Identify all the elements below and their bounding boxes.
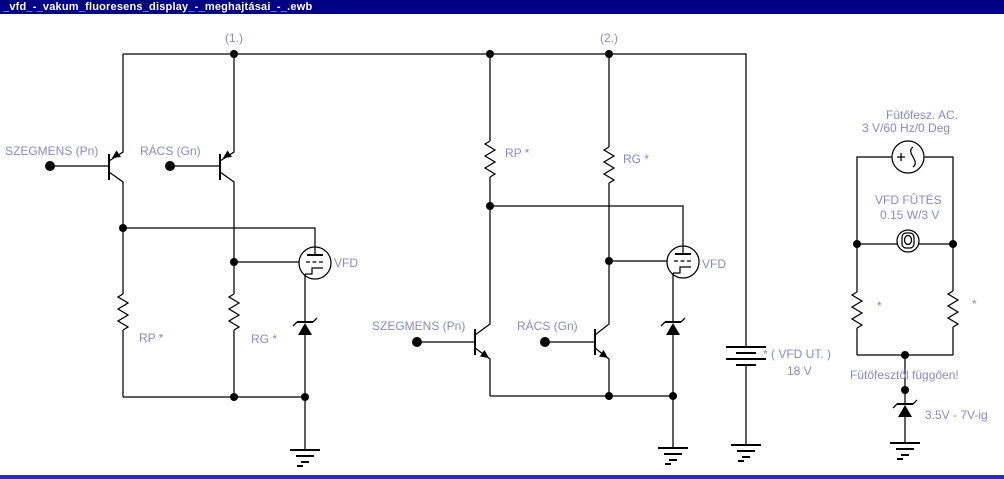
ground-symbol-1[interactable] xyxy=(290,397,320,467)
rg-label-2: RG * xyxy=(623,152,649,166)
heater-resistor-right[interactable] xyxy=(946,244,960,355)
power-rail-wire xyxy=(123,53,747,347)
resistor-rg-2[interactable] xyxy=(602,54,616,261)
input-terminal-grid-1[interactable] xyxy=(165,161,175,171)
junction-dot xyxy=(486,50,494,58)
anode-wire-1 xyxy=(123,227,316,247)
segment-input-label-2: SZEGMENS (Pn) xyxy=(372,319,465,333)
heater-resistor-left[interactable] xyxy=(850,244,864,355)
section-1: (1.) SZEGMENS (Pn) RÁCS (Gn) RP * RG * V… xyxy=(5,31,358,467)
heater-source-value-label: 3 V/60 Hz/0 Deg xyxy=(862,121,950,135)
supply-branch: * ( VFD UT. ) 18 V xyxy=(726,346,831,462)
section-1-tag: (1.) xyxy=(225,31,243,45)
junction-dot xyxy=(230,258,238,266)
supply-voltage-label: 18 V xyxy=(787,364,812,378)
heater-circuit: Fûtőfesz. AC. 3 V/60 Hz/0 Deg VFD FÛTÉS … xyxy=(850,108,988,460)
input-terminal-segment-1[interactable] xyxy=(45,161,55,171)
junction-dot xyxy=(949,240,957,248)
heater-resistor-left-label: * xyxy=(877,299,882,313)
vfd-tube-1[interactable] xyxy=(298,246,332,280)
junction-dot xyxy=(605,50,613,58)
zener-diode-heater[interactable] xyxy=(892,399,918,443)
input-terminal-segment-2[interactable] xyxy=(412,337,422,347)
vfd-tube-2[interactable] xyxy=(666,245,700,279)
ground-symbol-2[interactable] xyxy=(658,396,688,465)
junction-dot xyxy=(301,393,309,401)
junction-dot xyxy=(901,351,909,359)
anode-wire-2 xyxy=(490,205,684,246)
pnp-transistor-segment-1[interactable] xyxy=(54,54,124,228)
heater-note-label: Fûtőfesztől függően! xyxy=(850,368,959,382)
ac-source-symbol[interactable] xyxy=(891,140,925,174)
junction-dot xyxy=(119,224,127,232)
junction-dot xyxy=(605,257,613,265)
junction-dot xyxy=(853,240,861,248)
heater-resistor-right-label: * xyxy=(972,297,977,311)
titlebar[interactable]: _vfd_-_vakum_fluoresens_display_-_meghaj… xyxy=(0,0,1004,14)
resistor-rp-1[interactable] xyxy=(116,228,130,397)
rp-label-2: RP * xyxy=(505,146,530,160)
zener-diode-2[interactable] xyxy=(660,317,686,396)
pnp-transistor-grid-1[interactable] xyxy=(174,54,235,262)
input-terminal-grid-2[interactable] xyxy=(540,337,550,347)
schematic-canvas[interactable]: (1.) SZEGMENS (Pn) RÁCS (Gn) RP * RG * V… xyxy=(0,0,1004,479)
grid-input-label-1: RÁCS (Gn) xyxy=(140,143,201,158)
section-2-tag: (2.) xyxy=(600,31,618,45)
segment-input-label-1: SZEGMENS (Pn) xyxy=(5,144,98,158)
rg-label-1: RG * xyxy=(251,332,277,346)
zener-diode-1[interactable] xyxy=(292,317,318,397)
junction-dot xyxy=(605,392,613,400)
heater-lamp-name-label: VFD FÛTÉS xyxy=(875,192,942,207)
ground-symbol-heater[interactable] xyxy=(890,442,920,460)
junction-dot xyxy=(669,392,677,400)
resistor-rp-2[interactable] xyxy=(483,54,497,206)
supply-name-label: * ( VFD UT. ) xyxy=(763,347,831,361)
junction-dot xyxy=(230,393,238,401)
section-2: (2.) RP * RG * SZEGMENS (Pn) RÁCS (Gn) V… xyxy=(372,31,726,465)
npn-transistor-segment-2[interactable] xyxy=(421,206,491,396)
bottom-window-edge xyxy=(0,475,1004,479)
battery-symbol[interactable] xyxy=(726,346,766,366)
ewb-window: (1.) SZEGMENS (Pn) RÁCS (Gn) RP * RG * V… xyxy=(0,0,1004,479)
heater-zener-range-label: 3.5V - 7V-ig xyxy=(925,408,988,422)
vfd-label-1: VFD xyxy=(334,256,358,270)
rp-label-1: RP * xyxy=(139,331,164,345)
lamp-symbol[interactable] xyxy=(896,229,920,253)
window-title: _vfd_-_vakum_fluoresens_display_-_meghaj… xyxy=(3,1,313,13)
heater-source-name-label: Fûtőfesz. AC. xyxy=(886,108,958,122)
grid-input-label-2: RÁCS (Gn) xyxy=(517,318,578,333)
junction-dot xyxy=(901,386,909,394)
junction-dot xyxy=(230,50,238,58)
vfd-label-2: VFD xyxy=(702,257,726,271)
ground-symbol-battery[interactable] xyxy=(731,444,761,462)
heater-lamp-value-label: 0.15 W/3 V xyxy=(880,208,939,222)
resistor-rg-1[interactable] xyxy=(227,262,241,397)
junction-dot xyxy=(486,202,494,210)
